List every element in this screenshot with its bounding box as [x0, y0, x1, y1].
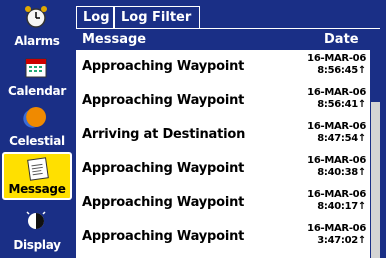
table-row[interactable]: Approaching Waypoint 16-MAR-06 8:40:38↑: [76, 152, 370, 186]
row-date-day: 16-MAR-06: [307, 189, 366, 200]
column-header-message: Message: [82, 32, 147, 47]
tab-log[interactable]: Log: [76, 6, 114, 28]
message-log-screen: Alarms Calendar Celestial Message Displa…: [0, 0, 386, 258]
column-header-date: Date: [324, 32, 359, 47]
display-icon: [26, 211, 46, 229]
row-date-day: 16-MAR-06: [307, 223, 366, 234]
row-message: Approaching Waypoint: [82, 229, 245, 244]
alarm-clock-icon: [25, 6, 47, 28]
scrollbar[interactable]: [371, 50, 380, 258]
sidebar-item-label: Calendar: [8, 84, 66, 98]
row-date-day: 16-MAR-06: [307, 155, 366, 166]
row-date-time: 8:40:17↑: [317, 201, 366, 212]
table-header: Message Date: [76, 28, 380, 50]
sidebar-item-calendar[interactable]: Calendar: [2, 52, 72, 100]
message-icon: [27, 157, 49, 181]
row-message: Approaching Waypoint: [82, 195, 245, 210]
tab-log-filter[interactable]: Log Filter: [114, 6, 200, 28]
table-row[interactable]: Approaching Waypoint 16-MAR-06 8:56:45↑: [76, 50, 370, 84]
sidebar-item-message[interactable]: Message: [2, 152, 72, 200]
row-date: 16-MAR-06 8:40:17↑: [307, 189, 366, 213]
sidebar-item-label: Display: [13, 238, 61, 252]
table-row[interactable]: Approaching Waypoint 16-MAR-06 3:47:02↑: [76, 220, 370, 254]
calendar-icon: [25, 58, 47, 78]
row-date: 16-MAR-06 8:47:54↑: [307, 121, 366, 145]
sidebar-item-label: Alarms: [14, 34, 60, 48]
table-row[interactable]: Approaching Waypoint 16-MAR-06 8:56:41↑: [76, 84, 370, 118]
row-message: Approaching Waypoint: [82, 93, 245, 108]
message-log-panel: Log Log Filter Message Date Approaching …: [76, 6, 380, 258]
row-message: Arriving at Destination: [82, 127, 246, 142]
sidebar-item-alarms[interactable]: Alarms: [2, 2, 72, 50]
scrollbar-thumb[interactable]: [371, 50, 380, 102]
row-date: 16-MAR-06 3:47:02↑: [307, 223, 366, 247]
row-date-day: 16-MAR-06: [307, 121, 366, 132]
tab-bar: Log Log Filter: [76, 6, 380, 28]
row-date-day: 16-MAR-06: [307, 87, 366, 98]
row-date: 16-MAR-06 8:56:45↑: [307, 53, 366, 77]
row-date-time: 8:47:54↑: [317, 133, 366, 144]
row-date-time: 8:56:41↑: [317, 99, 366, 110]
row-date-time: 8:40:38↑: [317, 167, 366, 178]
row-date-time: 8:56:45↑: [317, 65, 366, 76]
sun-moon-icon: [23, 107, 46, 128]
row-message: Approaching Waypoint: [82, 59, 245, 74]
row-date: 16-MAR-06 8:40:38↑: [307, 155, 366, 179]
sidebar-item-celestial[interactable]: Celestial: [2, 102, 72, 150]
row-date-time: 3:47:02↑: [317, 235, 366, 246]
sidebar: Alarms Calendar Celestial Message Displa…: [0, 0, 74, 258]
row-message: Approaching Waypoint: [82, 161, 245, 176]
sidebar-item-label: Celestial: [9, 134, 65, 148]
message-list[interactable]: Approaching Waypoint 16-MAR-06 8:56:45↑ A…: [76, 50, 370, 258]
table-row[interactable]: Approaching Waypoint 16-MAR-06 8:40:17↑: [76, 186, 370, 220]
sidebar-item-label: Message: [8, 182, 66, 196]
row-date-day: 16-MAR-06: [307, 53, 366, 64]
sidebar-item-display[interactable]: Display: [2, 206, 72, 254]
row-date: 16-MAR-06 8:56:41↑: [307, 87, 366, 111]
table-row[interactable]: Arriving at Destination 16-MAR-06 8:47:54…: [76, 118, 370, 152]
